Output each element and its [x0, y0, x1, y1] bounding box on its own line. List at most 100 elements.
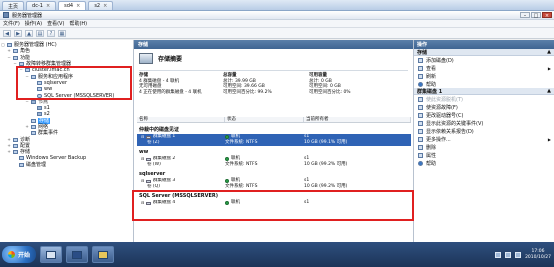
server-manager-icon: [3, 12, 9, 18]
menu-action[interactable]: 操作(A): [25, 20, 42, 27]
volume-icon[interactable]: [515, 251, 522, 258]
action-item[interactable]: 使此资源脱机(T): [414, 95, 554, 103]
disk-mgmt-icon: [19, 162, 24, 167]
fail-icon: [418, 104, 423, 110]
online-status-icon: [225, 201, 229, 205]
vm-tab[interactable]: 主页: [2, 1, 25, 10]
back-icon[interactable]: ◀: [3, 29, 11, 37]
vm-tab[interactable]: sd4 ×: [58, 1, 87, 10]
action-item[interactable]: 显示依赖关系报告(D): [414, 127, 554, 135]
menu-view[interactable]: 查看(V): [47, 20, 64, 27]
delete-icon: [418, 144, 423, 150]
submenu-arrow-icon: ▶: [547, 136, 551, 142]
action-item[interactable]: 显示此资源的关键事件(V): [414, 119, 554, 127]
action-label: 显示依赖关系报告(D): [426, 128, 474, 135]
network-tray-icon[interactable]: [505, 251, 512, 258]
maximize-button[interactable]: □: [531, 12, 541, 19]
taskbar-powershell[interactable]: [66, 246, 89, 263]
language-icon[interactable]: [495, 251, 502, 258]
action-item[interactable]: 更改驱动器号(C): [414, 111, 554, 119]
taskbar-explorer[interactable]: [92, 246, 115, 263]
online-status-icon: [225, 179, 229, 183]
column-name[interactable]: 名称: [137, 117, 225, 122]
up-icon[interactable]: ▲: [25, 29, 33, 37]
expand-toggle-icon[interactable]: +: [25, 124, 29, 130]
minimize-button[interactable]: –: [520, 12, 530, 19]
group-header: SQL Server (MSSQLSERVER): [139, 193, 219, 199]
action-item[interactable]: 刷新: [414, 72, 554, 80]
tree-node-label: SQL Server (MSSQLSERVER): [44, 92, 115, 99]
expand-toggle-icon[interactable]: −: [19, 67, 23, 73]
action-label: 属性: [426, 152, 437, 159]
submenu-arrow-icon: ▶: [547, 65, 551, 71]
menu-help[interactable]: 帮助(H): [69, 20, 87, 27]
collapse-icon[interactable]: ⊟: [141, 200, 144, 206]
show-tree-icon[interactable]: ▤: [36, 29, 44, 37]
column-status[interactable]: 状态: [225, 117, 304, 122]
action-item[interactable]: 使资源故障(F): [414, 103, 554, 111]
close-tab-icon[interactable]: ×: [103, 3, 107, 9]
view-pane-icon[interactable]: ▦: [58, 29, 66, 37]
server-manager-icon: [46, 250, 57, 259]
expand-toggle-icon[interactable]: −: [25, 74, 29, 80]
actions-section-disk[interactable]: 群集磁盘 1 ▲: [414, 88, 554, 95]
volume-row[interactable]: 卷 (Z) 文件系统: NTFS 10 GB (99.1% 可用): [137, 140, 411, 146]
expand-toggle-icon[interactable]: ▢: [1, 42, 5, 48]
forward-icon[interactable]: ▶: [14, 29, 22, 37]
volume-row[interactable]: 卷 (Q) 文件系统: NTFS 10 GB (99.2% 可用): [137, 184, 411, 190]
online-status-icon: [225, 157, 229, 161]
action-label: 更改驱动器号(C): [426, 112, 464, 119]
expand-toggle-icon[interactable]: +: [7, 149, 11, 155]
status-text: 文件系统: NTFS: [225, 162, 258, 167]
events-icon: [418, 120, 423, 126]
group-header: sqlserver: [139, 171, 166, 177]
action-item[interactable]: 属性: [414, 151, 554, 159]
vm-tab[interactable]: s2 ×: [88, 1, 114, 10]
tree-node[interactable]: 磁盘管理: [1, 162, 132, 168]
column-owner[interactable]: 当前所有者: [304, 117, 411, 122]
tree-node-label: 存储: [20, 149, 31, 156]
tree-node-label: 诊断: [20, 136, 31, 143]
offline-icon: [418, 96, 423, 102]
vm-tab[interactable]: dc-1 ×: [26, 1, 57, 10]
action-item[interactable]: 帮助: [414, 159, 554, 167]
action-item[interactable]: 删除: [414, 143, 554, 151]
vm-tab-label: 主页: [8, 3, 19, 10]
expand-toggle-icon[interactable]: −: [7, 55, 11, 61]
action-label: 刷新: [426, 73, 437, 80]
clock[interactable]: 17:06 2010/10/27: [525, 249, 551, 261]
disk-row[interactable]: ⊟ 群集磁盘 4 联机 s1: [137, 200, 411, 206]
help-toolbar-icon[interactable]: ?: [47, 29, 55, 37]
add-disk-icon: [418, 57, 423, 63]
disk-icon: [146, 179, 151, 183]
action-item[interactable]: 添加磁盘(D): [414, 56, 554, 64]
title-bar: 服务器管理器 – □ ×: [0, 11, 554, 20]
service-icon: [37, 87, 42, 92]
taskbar-server-manager[interactable]: [40, 246, 63, 263]
expand-toggle-icon[interactable]: +: [7, 48, 11, 54]
close-tab-icon[interactable]: ×: [76, 3, 80, 9]
menu-file[interactable]: 文件(F): [3, 20, 20, 27]
events-icon: [31, 131, 36, 136]
volume-row[interactable]: 卷 (W) 文件系统: NTFS 10 GB (99.2% 可用): [137, 162, 411, 168]
system-tray: 17:06 2010/10/27: [495, 242, 554, 267]
action-item[interactable]: 更多操作... ▶: [414, 135, 554, 143]
expand-toggle-icon[interactable]: +: [7, 137, 11, 143]
toolbar: ◀ ▶ ▲ ▤ ? ▦: [0, 28, 554, 39]
start-button[interactable]: 开始: [2, 246, 37, 263]
close-button[interactable]: ×: [542, 12, 552, 19]
expand-toggle-icon[interactable]: −: [13, 61, 17, 67]
disk-name: 群集磁盘 4: [153, 200, 176, 205]
actions-section-storage[interactable]: 存储 ▲: [414, 49, 554, 56]
help-icon: [418, 81, 423, 87]
action-label: 帮助: [426, 81, 437, 88]
expand-toggle-icon[interactable]: +: [7, 143, 11, 149]
roles-icon: [13, 49, 18, 54]
close-tab-icon[interactable]: ×: [46, 3, 50, 9]
expand-toggle-icon[interactable]: −: [25, 99, 29, 105]
action-label: 显示此资源的关键事件(V): [426, 120, 484, 127]
action-item[interactable]: 查看 ▶: [414, 64, 554, 72]
tree-node-label: ww: [44, 86, 53, 93]
owner-text: 10 GB (99.2% 可用): [304, 184, 348, 189]
vm-tab-label: dc-1: [32, 3, 43, 9]
